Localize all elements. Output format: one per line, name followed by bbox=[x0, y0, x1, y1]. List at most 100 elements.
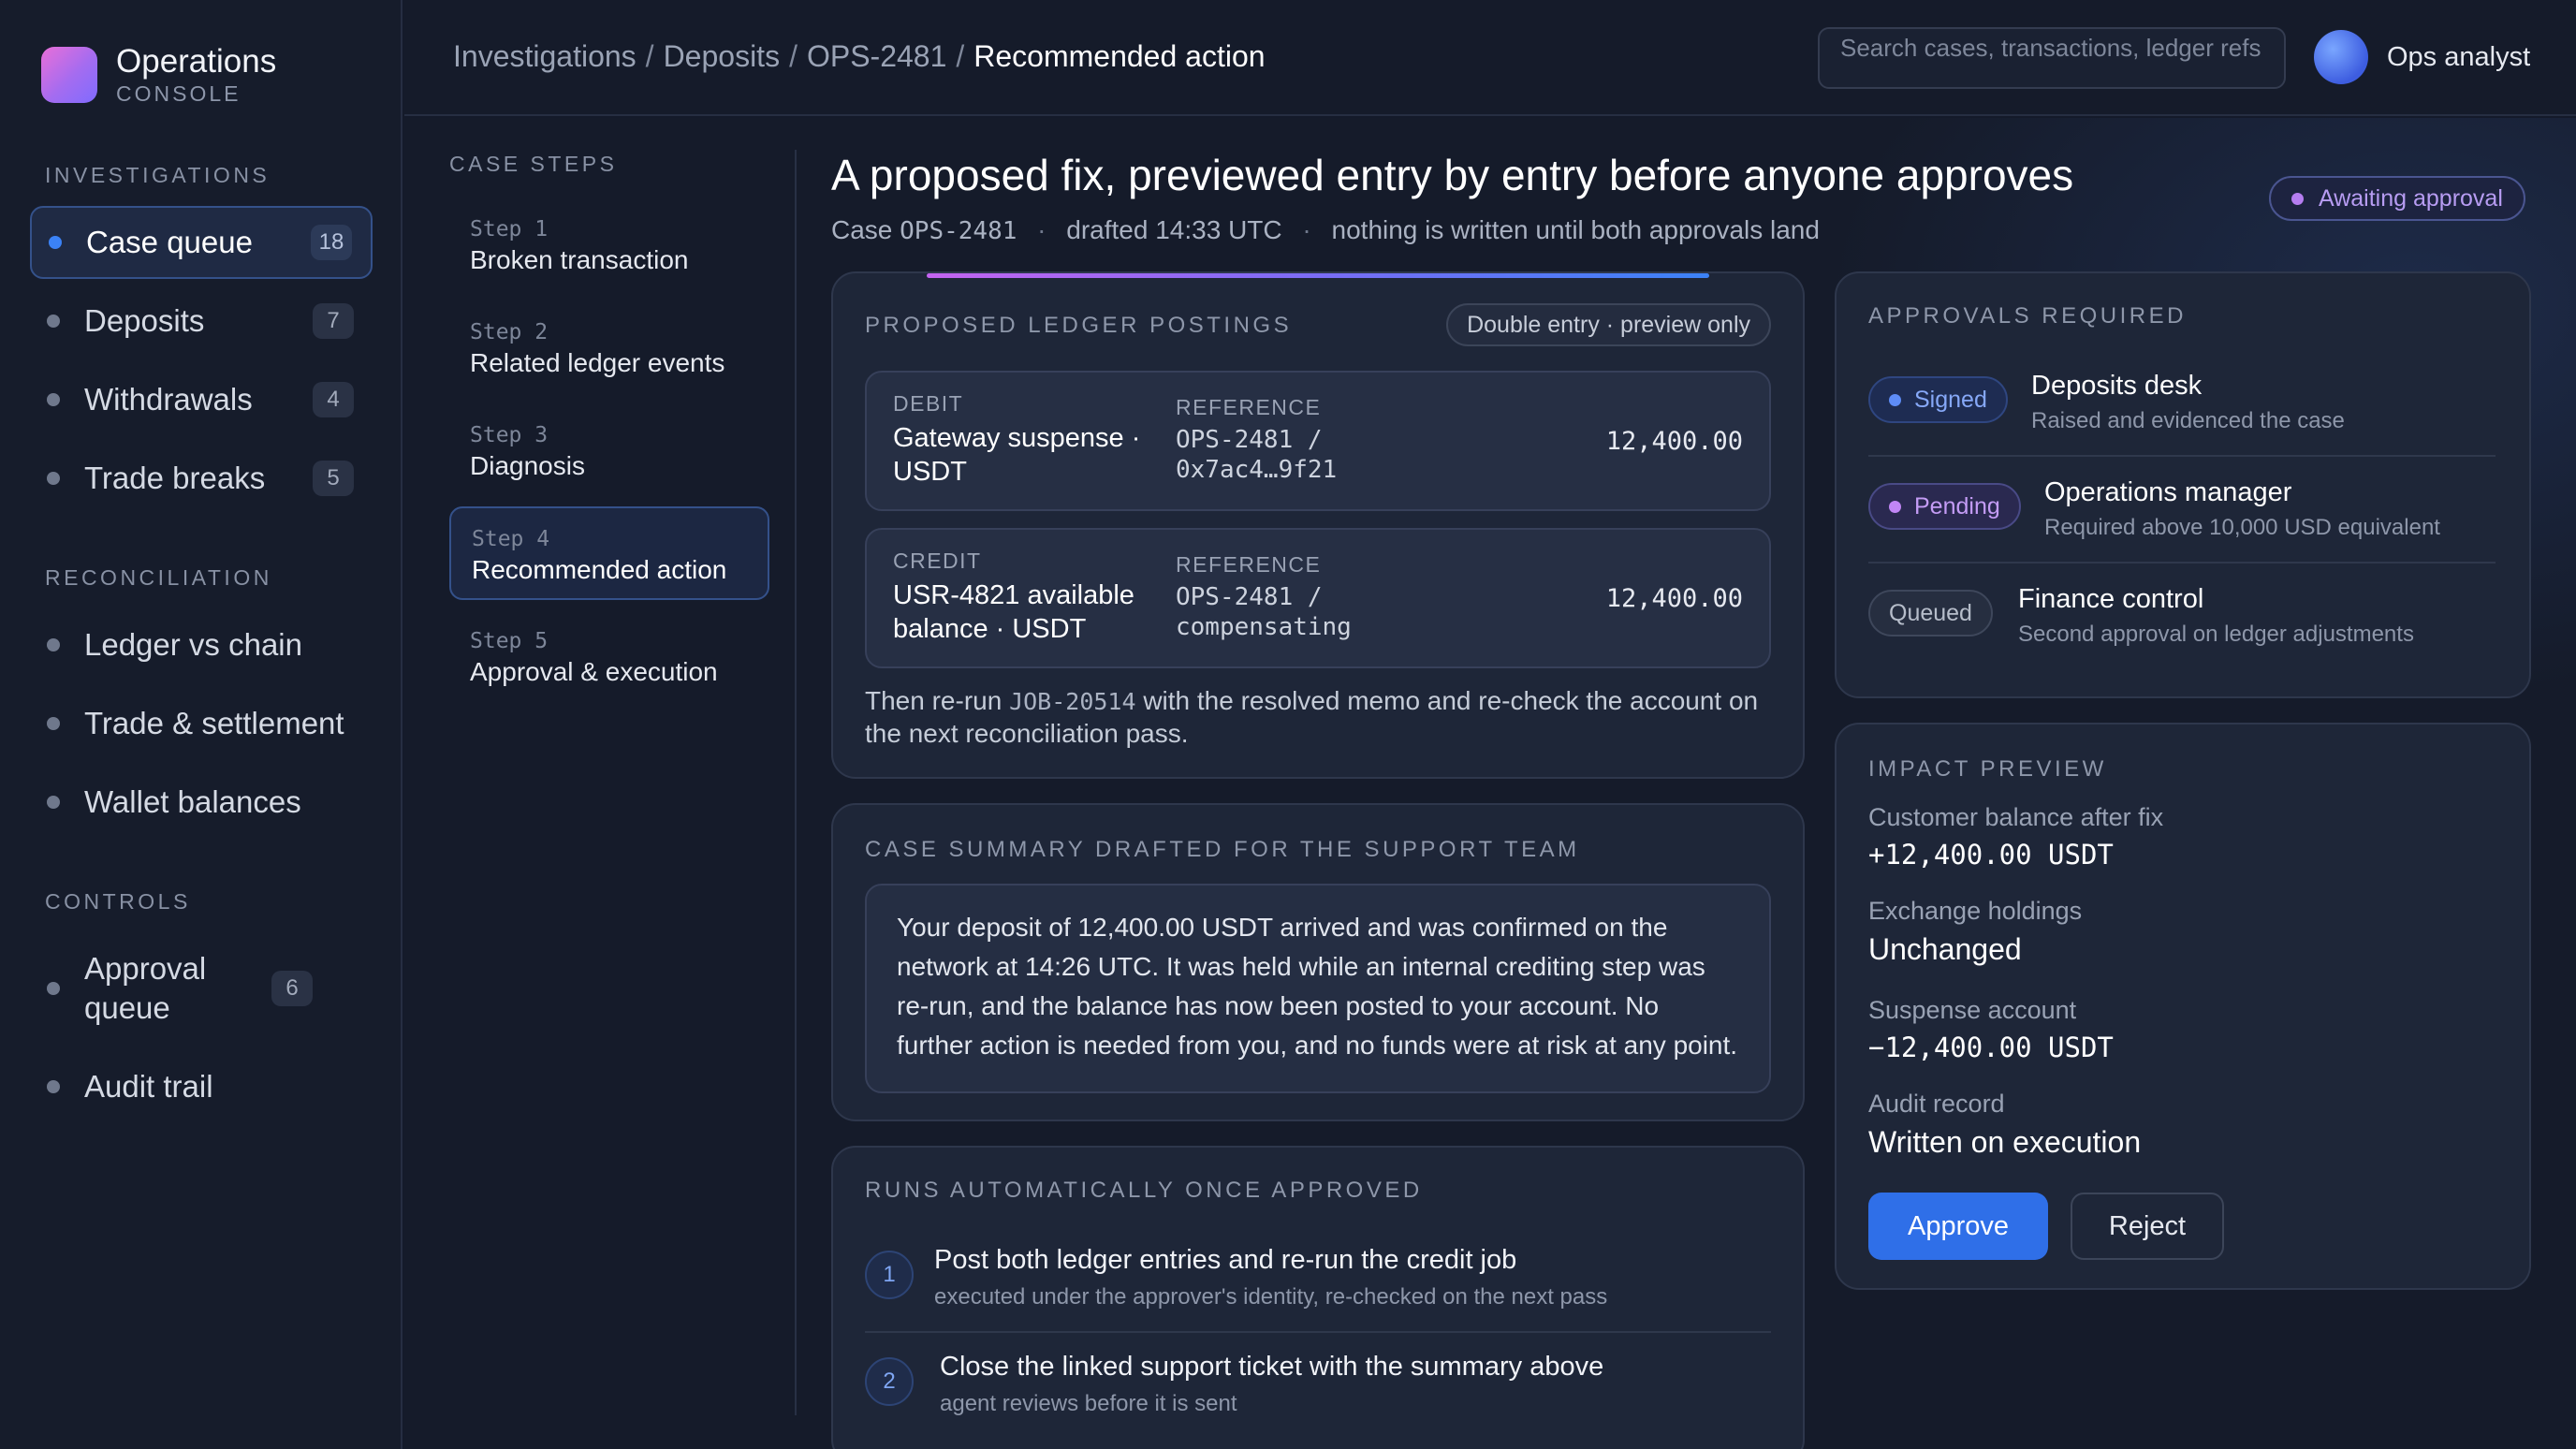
dot-icon bbox=[47, 638, 60, 651]
approver-name: Finance control bbox=[2018, 584, 2204, 614]
count-badge: 4 bbox=[313, 382, 354, 417]
dot-icon bbox=[47, 1080, 60, 1093]
step-number: Step 1 bbox=[470, 217, 549, 242]
sidebar-item-audit-trail[interactable]: Audit trail bbox=[30, 1050, 373, 1123]
count-badge: 18 bbox=[311, 225, 352, 260]
brand-subtitle: CONSOLE bbox=[116, 81, 242, 106]
impact-row-label: Suspense account bbox=[1868, 996, 2077, 1024]
step-name: Broken transaction bbox=[470, 245, 689, 274]
job-id: JOB-20514 bbox=[1009, 688, 1136, 715]
approver-name: Deposits desk bbox=[2031, 371, 2203, 401]
step-name: Related ledger events bbox=[470, 348, 725, 377]
avatar[interactable] bbox=[2314, 30, 2368, 84]
credit-entry: CREDIT USR-4821 available balance · USDT… bbox=[865, 528, 1771, 668]
approval-deposits-desk: Signed Deposits desk Raised and evidence… bbox=[1868, 367, 2496, 461]
case-step-2[interactable]: Step 2 Related ledger events bbox=[449, 301, 769, 395]
search-input[interactable]: Search cases, transactions, ledger refs bbox=[1818, 27, 2286, 89]
breadcrumb-separator: / bbox=[789, 39, 798, 73]
reference-line-2: compensating bbox=[1176, 613, 1352, 641]
status-text: Awaiting approval bbox=[2319, 184, 2503, 212]
status-dot-icon bbox=[1889, 500, 1901, 513]
run-title: Post both ledger entries and re-run the … bbox=[934, 1245, 1517, 1275]
reference-line-1: OPS-2481 / bbox=[1176, 583, 1323, 611]
count-badge: 6 bbox=[271, 971, 313, 1006]
impact-row-label: Audit record bbox=[1868, 1090, 2005, 1118]
count-badge: 7 bbox=[313, 303, 354, 339]
reference-label: REFERENCE bbox=[1176, 552, 1322, 577]
entry-side: DEBIT bbox=[893, 391, 964, 416]
dot-icon bbox=[47, 796, 60, 809]
sidebar-item-approval-queue[interactable]: Approval queue 6 bbox=[30, 936, 373, 1041]
approval-status: Signed bbox=[1914, 386, 1987, 413]
case-step-1[interactable]: Step 1 Broken transaction bbox=[449, 198, 769, 292]
breadcrumb-case[interactable]: OPS-2481 bbox=[807, 39, 946, 74]
approvals-card: APPROVALS REQUIRED Signed Deposits desk … bbox=[1835, 271, 2531, 698]
double-entry-chip: Double entry · preview only bbox=[1446, 303, 1771, 346]
reference-line-2: 0x7ac4…9f21 bbox=[1176, 456, 1338, 484]
step-number: Step 2 bbox=[470, 320, 549, 344]
breadcrumb-current: Recommended action bbox=[973, 39, 1266, 73]
approval-finance-control: Queued Finance control Second approval o… bbox=[1868, 580, 2496, 674]
sidebar-item-trade-breaks[interactable]: Trade breaks 5 bbox=[30, 442, 373, 515]
steps-divider bbox=[795, 150, 797, 1415]
impact-row-value: Written on execution bbox=[1868, 1125, 2142, 1159]
breadcrumb-deposits[interactable]: Deposits bbox=[664, 39, 781, 74]
sidebar-item-withdrawals[interactable]: Withdrawals 4 bbox=[30, 363, 373, 436]
step-number: Step 4 bbox=[472, 527, 550, 551]
queued-badge: Queued bbox=[1868, 590, 1993, 637]
case-prefix: Case bbox=[831, 215, 893, 244]
entry-account: Gateway suspense · USDT bbox=[893, 423, 1141, 487]
accent-bar bbox=[927, 273, 1709, 278]
sidebar-item-ledger-vs-chain[interactable]: Ledger vs chain bbox=[30, 608, 373, 681]
runs-label: RUNS AUTOMATICALLY ONCE APPROVED bbox=[865, 1178, 1423, 1203]
status-dot-icon bbox=[1889, 393, 1901, 406]
case-step-5[interactable]: Step 5 Approval & execution bbox=[449, 610, 769, 704]
entry-amount: 12,400.00 bbox=[1605, 427, 1743, 456]
dot-icon bbox=[47, 472, 60, 485]
dot-icon bbox=[47, 315, 60, 328]
entry-side: CREDIT bbox=[893, 549, 982, 573]
sidebar-item-label: Trade & settlement bbox=[84, 706, 344, 740]
run-item: 2 Close the linked support ticket with t… bbox=[865, 1352, 1771, 1449]
brand-logo bbox=[41, 47, 97, 103]
brand: Operations CONSOLE bbox=[41, 43, 276, 107]
case-step-4[interactable]: Step 4 Recommended action bbox=[449, 506, 769, 600]
sidebar-item-wallet-balances[interactable]: Wallet balances bbox=[30, 766, 373, 839]
divider bbox=[1868, 455, 2496, 457]
approver-name: Operations manager bbox=[2044, 477, 2292, 507]
approver-description: Second approval on ledger adjustments bbox=[2018, 622, 2414, 647]
impact-row-value: Unchanged bbox=[1868, 932, 2022, 966]
approver-description: Required above 10,000 USD equivalent bbox=[2044, 515, 2440, 540]
summary-text[interactable]: Your deposit of 12,400.00 USDT arrived a… bbox=[865, 884, 1771, 1093]
breadcrumb: Investigations / Deposits / OPS-2481 / R… bbox=[453, 39, 1266, 74]
reference-line-1: OPS-2481 / bbox=[1176, 426, 1323, 454]
rerun-note-pre: Then re-run bbox=[865, 686, 1003, 715]
meta-note: nothing is written until both approvals … bbox=[1331, 215, 1820, 244]
case-step-3[interactable]: Step 3 Diagnosis bbox=[449, 404, 769, 498]
sidebar-item-deposits[interactable]: Deposits 7 bbox=[30, 285, 373, 358]
reference-label: REFERENCE bbox=[1176, 395, 1322, 419]
approve-button[interactable]: Approve bbox=[1868, 1193, 2048, 1260]
approval-status: Queued bbox=[1889, 599, 1972, 626]
meta-separator: · bbox=[1302, 215, 1311, 244]
drafted-time: drafted 14:33 UTC bbox=[1066, 215, 1282, 244]
run-subtitle: executed under the approver's identity, … bbox=[934, 1284, 1608, 1310]
run-number: 1 bbox=[865, 1251, 914, 1299]
proposed-postings-card: PROPOSED LEDGER POSTINGS Double entry · … bbox=[831, 271, 1805, 779]
rerun-note: Then re-run JOB-20514 with the resolved … bbox=[865, 685, 1782, 750]
dot-icon bbox=[49, 236, 62, 249]
case-steps-title: CASE STEPS bbox=[449, 152, 618, 176]
section-label-reconciliation: RECONCILIATION bbox=[45, 565, 272, 590]
section-label-investigations: INVESTIGATIONS bbox=[45, 163, 271, 187]
user-menu[interactable]: Ops analyst bbox=[2314, 30, 2530, 84]
sidebar-item-case-queue[interactable]: Case queue 18 bbox=[30, 206, 373, 279]
approval-operations-manager: Pending Operations manager Required abov… bbox=[1868, 474, 2496, 567]
sidebar-item-trade-settlement[interactable]: Trade & settlement bbox=[30, 687, 373, 760]
run-subtitle: agent reviews before it is sent bbox=[940, 1391, 1237, 1416]
breadcrumb-investigations[interactable]: Investigations bbox=[453, 39, 637, 74]
reject-button[interactable]: Reject bbox=[2071, 1193, 2224, 1260]
impact-preview-card: IMPACT PREVIEW Customer balance after fi… bbox=[1835, 723, 2531, 1290]
user-name: Ops analyst bbox=[2387, 41, 2531, 72]
dot-icon bbox=[47, 982, 60, 995]
step-name: Approval & execution bbox=[470, 657, 718, 686]
